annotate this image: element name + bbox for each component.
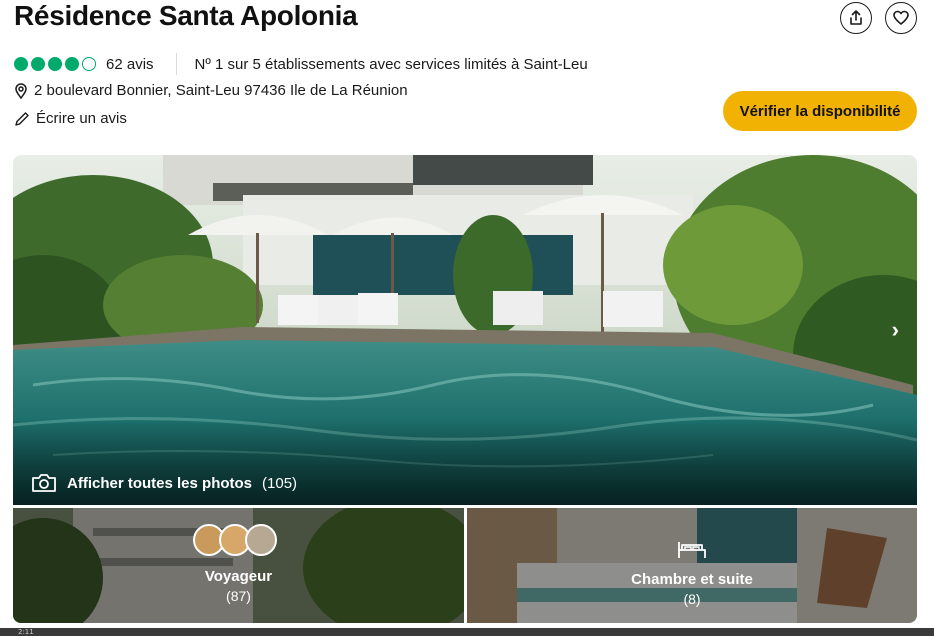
rating-bubble-full [14, 57, 28, 71]
traveler-tile-label: Voyageur [204, 568, 273, 585]
hotel-title: Résidence Santa Apolonia [14, 0, 358, 31]
taskbar: 2:11 [0, 628, 934, 636]
rating-bubble-full [48, 57, 62, 71]
reviews-link[interactable]: 62 avis [106, 56, 154, 73]
room-photos-tile[interactable]: Chambre et suite (8) [467, 508, 917, 623]
check-availability-button[interactable]: Vérifier la disponibilité [723, 91, 917, 131]
write-review-link[interactable]: Écrire un avis [14, 110, 127, 127]
address-row[interactable]: 2 boulevard Bonnier, Saint-Leu 97436 Ile… [14, 82, 408, 99]
camera-icon [32, 474, 56, 492]
rating-bubble-full [31, 57, 45, 71]
share-button[interactable] [840, 2, 872, 34]
heart-icon [893, 10, 909, 25]
chevron-right-icon[interactable]: › [892, 317, 899, 343]
address-text: 2 boulevard Bonnier, Saint-Leu 97436 Ile… [34, 82, 408, 99]
map-pin-icon [15, 82, 27, 99]
rating-bubbles [14, 57, 96, 71]
hero-photo[interactable]: › Afficher toutes les photos (105) [13, 155, 917, 505]
rating-bubble-full [65, 57, 79, 71]
pool-photo-illustration [13, 155, 917, 505]
pencil-icon [15, 111, 29, 126]
write-review-label: Écrire un avis [36, 110, 127, 127]
photos-count: (105) [262, 474, 298, 492]
bed-icon [678, 542, 706, 558]
room-tile-count: (8) [683, 591, 701, 607]
traveler-avatars [193, 524, 277, 556]
ranking-link[interactable]: Nº 1 sur 5 établissements avec services … [195, 56, 588, 73]
traveler-tile-count: (87) [226, 588, 251, 604]
room-tile-label: Chambre et suite [631, 571, 753, 588]
avatar [245, 524, 277, 556]
divider [175, 53, 177, 75]
rating-row: 62 avis Nº 1 sur 5 établissements avec s… [14, 53, 588, 75]
show-all-photos-link[interactable]: Afficher toutes les photos (105) [31, 473, 297, 493]
taskbar-time: 2:11 [18, 628, 34, 636]
share-icon [850, 10, 862, 25]
rating-bubble-empty [82, 57, 96, 71]
traveler-photos-tile[interactable]: Voyageur (87) [13, 508, 464, 623]
show-all-photos-label: Afficher toutes les photos [67, 474, 253, 492]
save-button[interactable] [885, 2, 917, 34]
